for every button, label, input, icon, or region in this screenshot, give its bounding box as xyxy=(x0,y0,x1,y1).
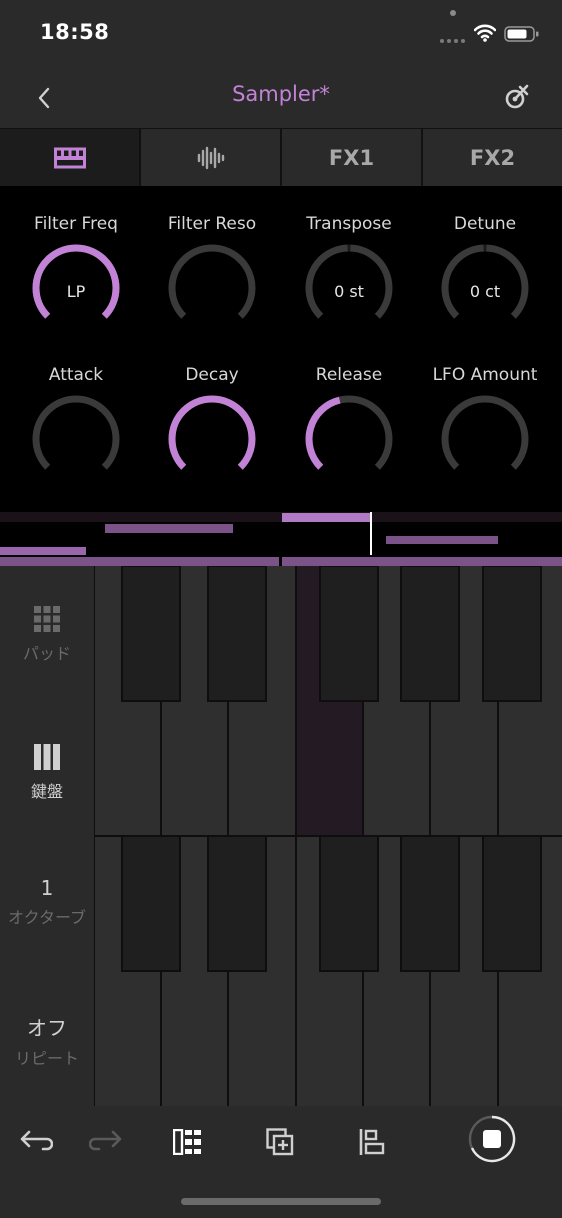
knob-label: Release xyxy=(315,365,383,385)
battery-icon xyxy=(504,26,539,42)
waveform-icon xyxy=(197,146,224,170)
home-indicator xyxy=(181,1198,381,1205)
black-key xyxy=(121,835,181,972)
knob-level-arc xyxy=(305,396,341,470)
undo-button[interactable] xyxy=(14,1120,58,1164)
knob-panel: Filter Freq LP Filter Reso Transpose 0 s… xyxy=(0,186,562,510)
repeat-label: リピート xyxy=(14,1049,79,1068)
tab-keyboard[interactable] xyxy=(0,129,141,187)
redo-button[interactable] xyxy=(84,1120,128,1164)
knob-decay[interactable]: Decay xyxy=(144,337,280,487)
piano-keyboard[interactable] xyxy=(94,566,562,1106)
black-key xyxy=(482,835,542,972)
knob-label: Filter Reso xyxy=(167,214,257,234)
duplicate-icon xyxy=(266,1128,294,1156)
knob-track xyxy=(32,395,120,470)
black-key xyxy=(319,835,379,972)
page-title: Sampler* xyxy=(232,82,330,106)
keyboard-mode-label: 鍵盤 xyxy=(30,782,63,801)
playhead xyxy=(370,512,372,555)
note-bar xyxy=(282,513,372,522)
camera-dot xyxy=(450,10,456,16)
cellular-signal-icon xyxy=(440,39,465,43)
black-key xyxy=(319,566,379,702)
knob-filter-freq[interactable]: Filter Freq LP xyxy=(8,186,144,336)
tuner-button[interactable] xyxy=(500,80,534,114)
pad-grid-icon xyxy=(34,606,60,632)
knob-dial xyxy=(32,395,120,470)
tab-fx1[interactable]: FX1 xyxy=(282,129,423,187)
duplicate-button[interactable] xyxy=(258,1120,302,1164)
stop-button[interactable] xyxy=(466,1113,518,1165)
session-grid-icon xyxy=(173,1129,201,1155)
knob-label: Detune xyxy=(453,214,517,234)
knob-label: Transpose xyxy=(306,214,392,234)
knob-label: Attack xyxy=(48,365,104,385)
keyboard-mode-button[interactable]: 鍵盤 xyxy=(0,744,94,802)
arrangement-button[interactable] xyxy=(350,1120,394,1164)
repeat-value: オフ xyxy=(27,1016,67,1040)
note-timeline[interactable] xyxy=(0,510,562,566)
knob-dial xyxy=(441,395,529,470)
note-bar xyxy=(386,536,498,544)
header: Sampler* xyxy=(0,66,562,128)
tab-fx2[interactable]: FX2 xyxy=(423,129,562,187)
knob-detune[interactable]: Detune 0 ct xyxy=(417,186,553,336)
knob-filter-reso[interactable]: Filter Reso xyxy=(144,186,280,336)
tab-fx2-label: FX2 xyxy=(469,146,516,170)
knob-label: Filter Freq xyxy=(34,214,118,234)
arrangement-icon xyxy=(359,1129,385,1155)
redo-icon xyxy=(89,1130,122,1151)
side-panel: パッド 鍵盤 1 オクターブ オフ リピート xyxy=(0,566,94,1106)
stop-icon xyxy=(468,1115,516,1163)
session-view-button[interactable] xyxy=(166,1120,210,1164)
knob-lfo-amount[interactable]: LFO Amount xyxy=(417,337,553,487)
black-key xyxy=(207,835,267,972)
black-key xyxy=(207,566,267,702)
knob-dial xyxy=(305,395,393,470)
black-key xyxy=(400,566,460,702)
pad-mode-button[interactable]: パッド xyxy=(0,606,94,664)
knob-dial xyxy=(168,395,256,470)
knob-value: 0 ct xyxy=(469,282,501,301)
octave-value: 1 xyxy=(40,876,54,900)
bottom-toolbar xyxy=(0,1106,562,1218)
knob-value: 0 st xyxy=(334,282,364,301)
pad-mode-label: パッド xyxy=(22,644,71,663)
tab-bar: FX1 FX2 xyxy=(0,128,562,187)
knob-attack[interactable]: Attack xyxy=(8,337,144,487)
black-key xyxy=(482,566,542,702)
black-key xyxy=(121,566,181,702)
status-bar: 18:58 xyxy=(0,0,562,66)
repeat-control[interactable]: オフ リピート xyxy=(0,1012,94,1069)
knob-track xyxy=(441,395,529,470)
tab-waveform[interactable] xyxy=(141,129,282,187)
knob-label: LFO Amount xyxy=(432,365,538,385)
knob-dial xyxy=(168,244,256,319)
piano-keys-icon xyxy=(53,147,86,169)
wifi-icon xyxy=(474,24,496,42)
keys-icon xyxy=(34,744,60,770)
knob-track xyxy=(168,244,256,319)
status-time: 18:58 xyxy=(40,20,110,44)
knob-value: LP xyxy=(66,282,86,301)
knob-release[interactable]: Release xyxy=(281,337,417,487)
knob-transpose[interactable]: Transpose 0 st xyxy=(281,186,417,336)
tab-fx1-label: FX1 xyxy=(328,146,375,170)
tuning-fork-icon xyxy=(505,84,529,109)
note-bar xyxy=(0,547,86,555)
octave-label: オクターブ xyxy=(7,908,87,927)
black-key xyxy=(400,835,460,972)
octave-control[interactable]: 1 オクターブ xyxy=(0,876,94,928)
note-bar xyxy=(105,524,233,533)
undo-icon xyxy=(20,1130,53,1151)
knob-level-arc xyxy=(168,395,256,470)
knob-label: Decay xyxy=(185,365,239,385)
